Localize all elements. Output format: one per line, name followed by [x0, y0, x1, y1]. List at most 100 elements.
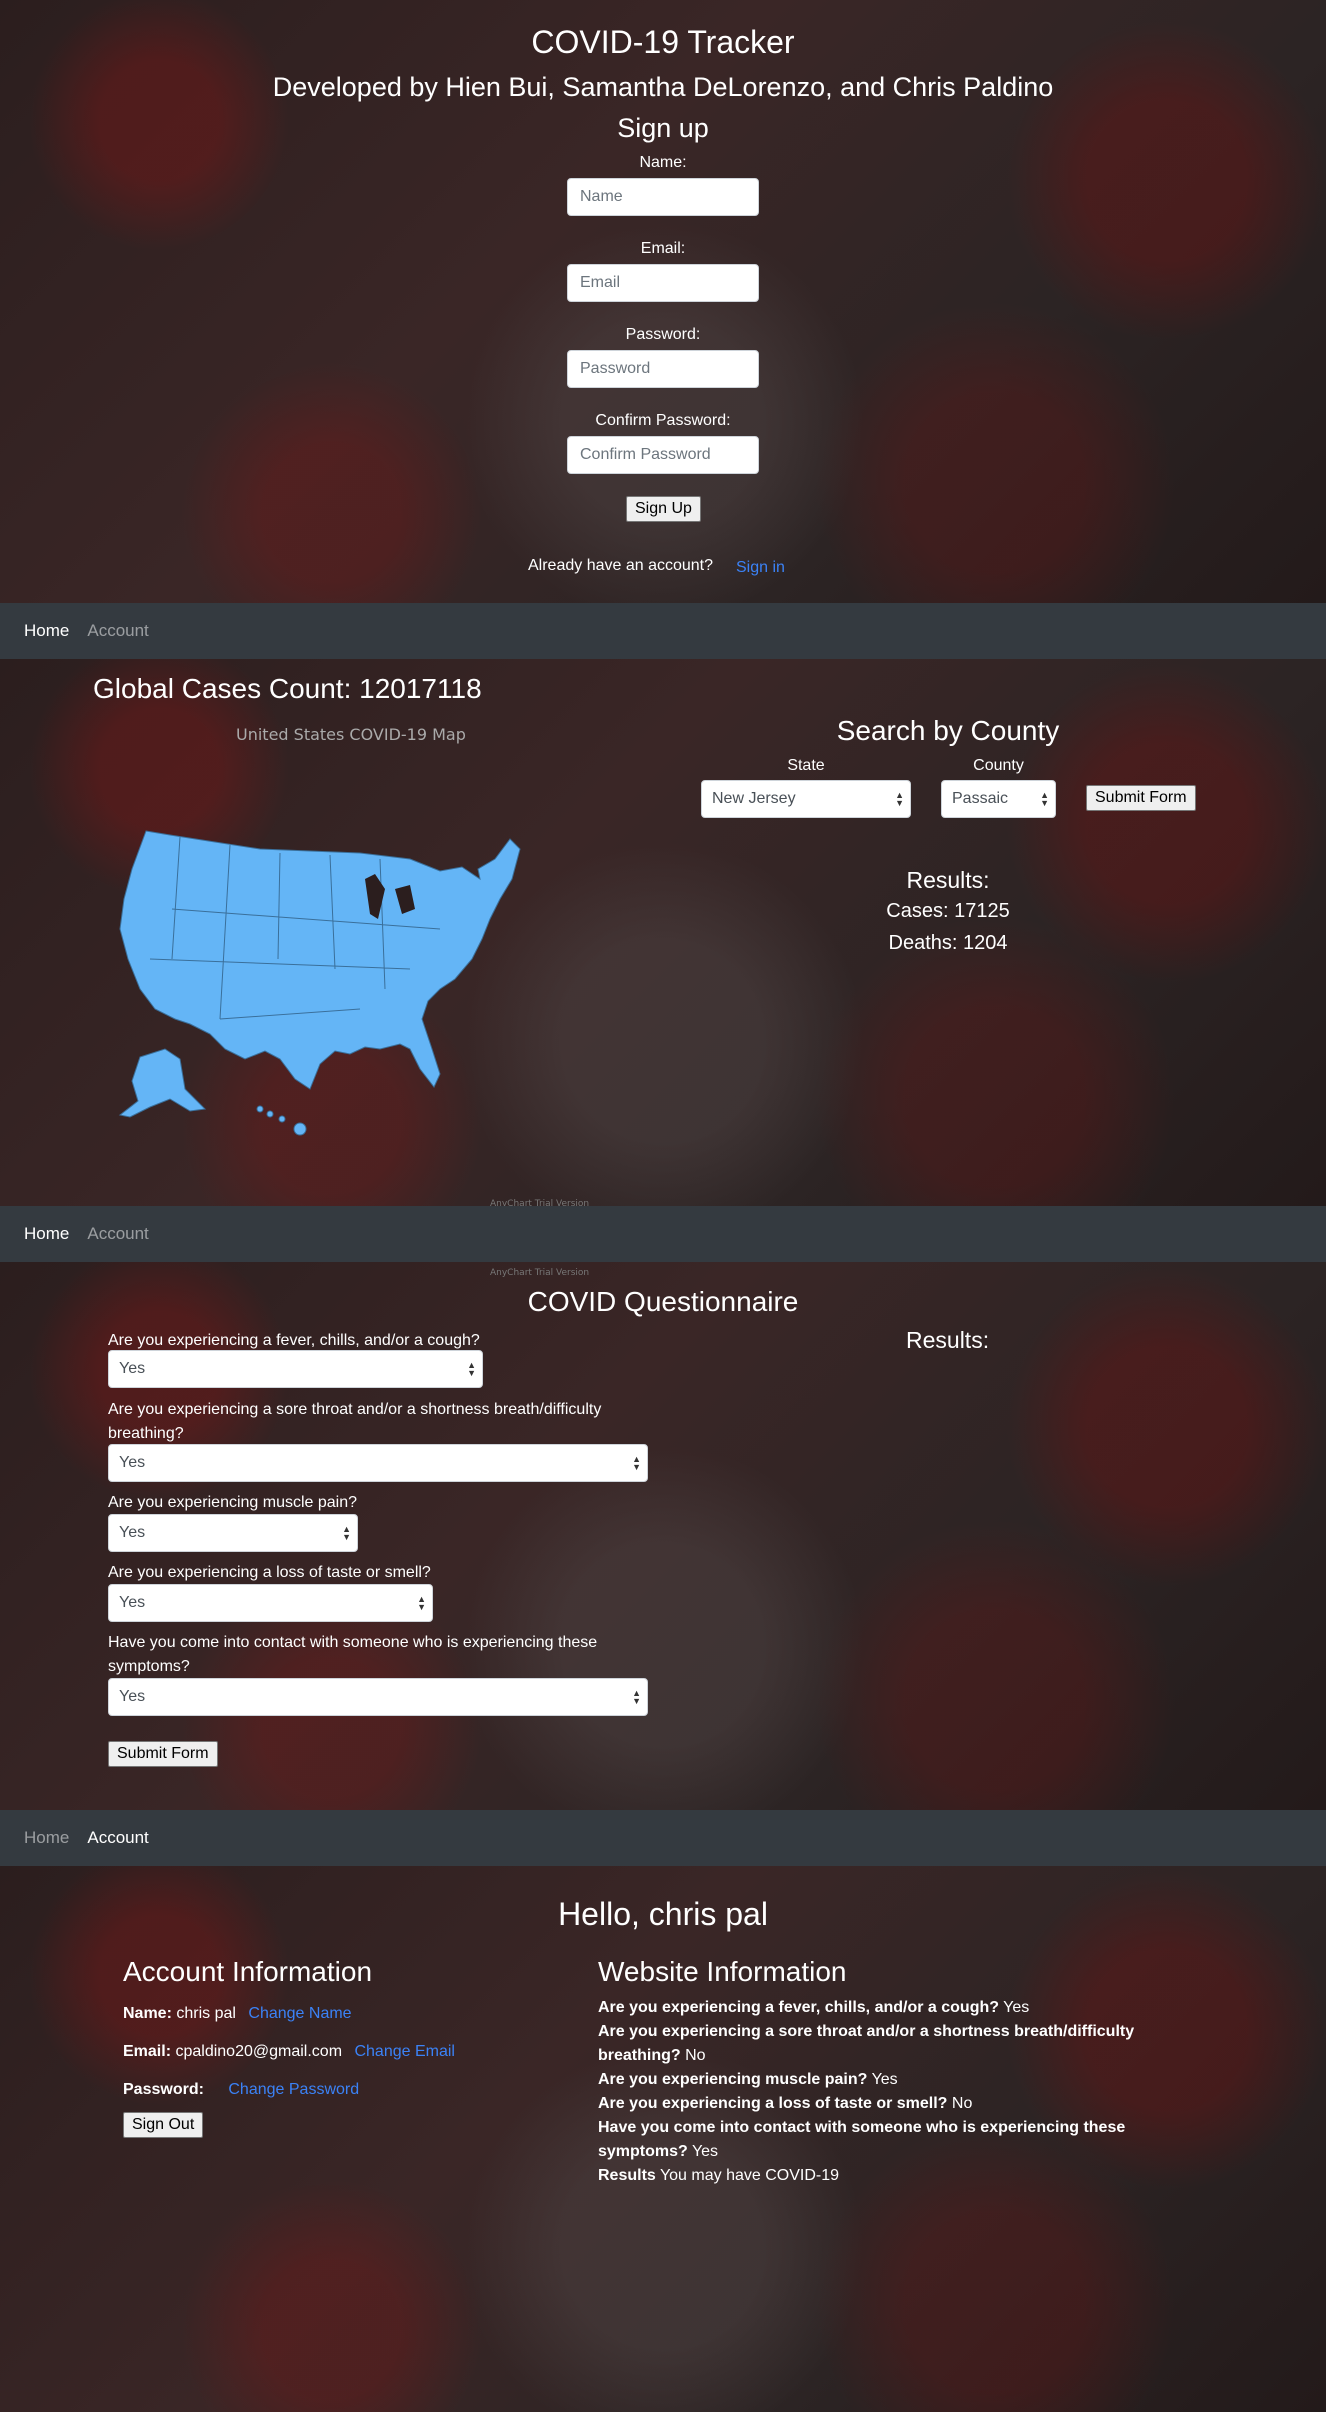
select-arrows-icon: ▲ ▼: [632, 1688, 641, 1706]
website-answer-3-value: Yes: [871, 2071, 898, 2088]
website-answer-3: Are you experiencing muscle pain? Yes: [598, 2068, 1178, 2092]
account-name-label: Name:: [123, 2005, 172, 2022]
q2-select-value: Yes: [119, 1454, 146, 1471]
questionnaire-section: AnyChart Trial Version COVID Questionnai…: [0, 1262, 1326, 1810]
select-arrows-icon: ▲ ▼: [632, 1454, 641, 1472]
website-answer-2-value: No: [685, 2047, 706, 2064]
account-email-label: Email:: [123, 2043, 172, 2060]
q5-select-value: Yes: [119, 1688, 146, 1705]
already-account-text: Already have an account?: [528, 557, 714, 574]
signup-section: COVID-19 Tracker Developed by Hien Bui, …: [0, 0, 1326, 603]
confirm-password-label: Confirm Password:: [595, 412, 731, 429]
questionnaire-submit-button[interactable]: Submit Form: [108, 1741, 218, 1767]
account-name-row: Name: chris pal Change Name: [123, 2002, 352, 2026]
q5-select[interactable]: Yes ▲ ▼: [108, 1678, 648, 1716]
state-select[interactable]: New Jersey ▲ ▼: [701, 780, 911, 818]
nav-account-link[interactable]: Account: [87, 621, 148, 641]
website-info-heading: Website Information: [598, 1956, 847, 1987]
state-label: State: [787, 757, 825, 774]
county-submit-button[interactable]: Submit Form: [1086, 785, 1196, 811]
developers-line: Developed by Hien Bui, Samantha DeLorenz…: [272, 72, 1054, 102]
website-results: Results You may have COVID-19: [598, 2164, 1178, 2188]
name-label: Name:: [639, 154, 687, 171]
county-results-heading: Results:: [906, 867, 990, 893]
website-question-3: Are you experiencing muscle pain?: [598, 2071, 868, 2088]
website-question-2: Are you experiencing a sore throat and/o…: [598, 2023, 1135, 2064]
select-arrows-icon: ▲ ▼: [467, 1360, 476, 1378]
nav-home-link[interactable]: Home: [24, 1828, 69, 1848]
us-map: [118, 830, 521, 1136]
q4-label: Are you experiencing a loss of taste or …: [108, 1564, 431, 1581]
nav-account-link[interactable]: Account: [87, 1828, 148, 1848]
account-password-row: Password: Change Password: [123, 2078, 359, 2102]
website-results-label: Results: [598, 2167, 656, 2184]
q1-select-value: Yes: [119, 1360, 146, 1377]
q4-select[interactable]: Yes ▲ ▼: [108, 1584, 433, 1622]
q3-select[interactable]: Yes ▲ ▼: [108, 1514, 358, 1552]
county-label: County: [973, 757, 1024, 774]
map-title: United States COVID-19 Map: [236, 725, 466, 744]
change-email-link[interactable]: Change Email: [354, 2043, 455, 2060]
website-answer-2: Are you experiencing a sore throat and/o…: [598, 2020, 1178, 2068]
questionnaire-results-heading: Results:: [906, 1327, 990, 1353]
home-section: Global Cases Count: 12017118 United Stat…: [0, 659, 1326, 1209]
select-arrows-icon: ▲ ▼: [1040, 790, 1049, 808]
signup-heading: Sign up: [617, 113, 709, 143]
nav-home-link[interactable]: Home: [24, 621, 69, 641]
q2-label: Are you experiencing a sore throat and/o…: [108, 1401, 602, 1442]
website-answer-1-value: Yes: [1003, 1999, 1030, 2016]
signup-button[interactable]: Sign Up: [626, 496, 701, 522]
website-results-value: You may have COVID-19: [659, 2167, 840, 2184]
name-group: Name:: [0, 154, 1326, 216]
nav-account-link[interactable]: Account: [87, 1224, 148, 1244]
account-email-value: cpaldino20@gmail.com: [175, 2043, 343, 2060]
navbar-home: Home Account: [0, 603, 1326, 659]
q3-label: Are you experiencing muscle pain?: [108, 1494, 358, 1511]
q4-select-value: Yes: [119, 1594, 146, 1611]
website-answer-4: Are you experiencing a loss of taste or …: [598, 2092, 1178, 2116]
q3-select-value: Yes: [119, 1524, 146, 1541]
us-map-states: [118, 830, 521, 1136]
email-input[interactable]: [567, 264, 759, 302]
change-name-link[interactable]: Change Name: [248, 2005, 351, 2022]
confirm-password-input[interactable]: [567, 436, 759, 474]
select-arrows-icon: ▲ ▼: [342, 1524, 351, 1542]
signout-button[interactable]: Sign Out: [123, 2112, 204, 2138]
select-arrows-icon: ▲ ▼: [895, 790, 904, 808]
website-answer-5-value: Yes: [691, 2143, 719, 2160]
app-title: COVID-19 Tracker: [531, 24, 795, 60]
signin-link[interactable]: Sign in: [736, 559, 785, 577]
deaths-count: Deaths: 1204: [888, 932, 1008, 954]
account-name-value: chris pal: [176, 2005, 236, 2022]
password-label: Password:: [625, 326, 701, 343]
website-info-list: Are you experiencing a fever, chills, an…: [598, 1996, 1178, 2188]
cases-count: Cases: 17125: [886, 900, 1010, 922]
account-info-heading: Account Information: [123, 1956, 373, 1987]
name-input[interactable]: [567, 178, 759, 216]
account-password-label: Password:: [123, 2081, 204, 2098]
q2-select[interactable]: Yes ▲ ▼: [108, 1444, 648, 1482]
q5-label: Have you come into contact with someone …: [108, 1634, 598, 1675]
global-cases-count: Global Cases Count: 12017118: [93, 673, 482, 704]
navbar-account: Home Account: [0, 1810, 1326, 1866]
county-select-value: Passaic: [952, 790, 1009, 807]
password-group: Password:: [0, 326, 1326, 388]
search-county-heading: Search by County: [836, 715, 1060, 746]
account-email-row: Email: cpaldino20@gmail.com Change Email: [123, 2040, 455, 2064]
account-greeting: Hello, chris pal: [558, 1896, 768, 1932]
website-answer-1: Are you experiencing a fever, chills, an…: [598, 1996, 1178, 2020]
state-select-value: New Jersey: [712, 790, 796, 807]
county-select[interactable]: Passaic ▲ ▼: [941, 780, 1056, 818]
email-label: Email:: [640, 240, 686, 257]
navbar-questionnaire: Home Account: [0, 1206, 1326, 1262]
change-password-link[interactable]: Change Password: [228, 2081, 359, 2098]
confirm-password-group: Confirm Password:: [0, 412, 1326, 474]
nav-home-link[interactable]: Home: [24, 1224, 69, 1244]
website-question-5: Have you come into contact with someone …: [598, 2119, 1126, 2160]
password-input[interactable]: [567, 350, 759, 388]
website-answer-4-value: No: [951, 2095, 973, 2112]
website-answer-5: Have you come into contact with someone …: [598, 2116, 1178, 2164]
select-arrows-icon: ▲ ▼: [417, 1594, 426, 1612]
q1-select[interactable]: Yes ▲ ▼: [108, 1350, 483, 1388]
questionnaire-title: COVID Questionnaire: [527, 1286, 799, 1317]
